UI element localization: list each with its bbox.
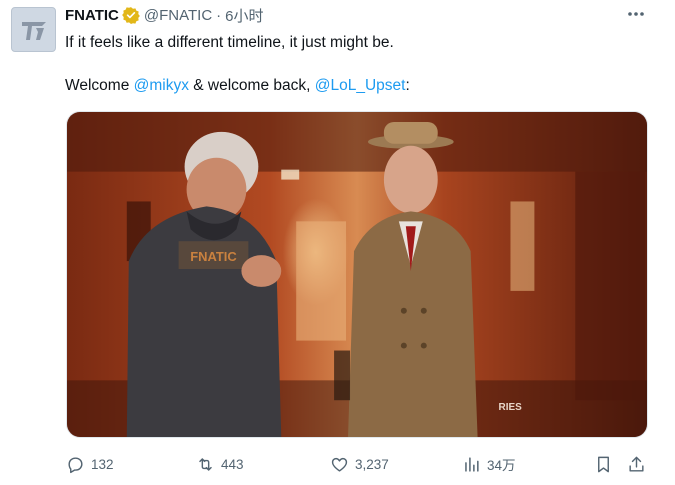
fnatic-logo-icon [21,21,46,40]
like-count: 3,237 [355,456,389,472]
share-icon [629,456,644,472]
action-bar: 132 443 3,237 34万 [0,452,675,476]
more-dots-icon [628,12,644,16]
retweet-count: 443 [221,456,244,472]
share-button[interactable] [627,452,646,476]
verified-badge-icon [122,7,140,24]
text-colon: : [405,77,410,94]
bookmark-icon [598,456,609,472]
bookmark-button[interactable] [594,452,613,476]
views-count: 34万 [487,458,516,473]
hoodie-print: FNATIC [190,249,236,264]
retweet-button[interactable]: 443 [196,452,244,476]
heart-icon [331,457,348,472]
display-name[interactable]: FNATIC [65,7,119,24]
reply-count: 132 [91,456,114,472]
reply-icon [68,456,83,473]
mention-mikyx[interactable]: @mikyx [134,77,189,94]
tweet-text-line-2: Welcome @mikyx & welcome back, @LoL_Upse… [65,76,410,96]
tweet-header: FNATIC @FNATIC · 6小时 [65,5,264,25]
avatar[interactable] [11,7,56,52]
mention-lol-upset[interactable]: @LoL_Upset [315,77,406,94]
tweet[interactable]: FNATIC @FNATIC · 6小时 If it feels like a … [0,0,675,485]
handle[interactable]: @FNATIC [144,7,212,24]
views-button[interactable]: 34万 [462,452,516,476]
views-chart-icon [465,456,479,472]
like-button[interactable]: 3,237 [330,452,389,476]
media-image: FNATIC RIES [67,112,647,437]
tweet-text-line-1: If it feels like a different timeline, i… [65,34,394,51]
background-sign: RIES [499,402,523,413]
reply-button[interactable]: 132 [66,452,114,476]
more-options-button[interactable] [625,6,647,22]
text-welcome: Welcome [65,77,134,94]
text-welcome-back: & welcome back, [188,77,315,94]
separator-dot: · [216,6,222,24]
timestamp[interactable]: 6小时 [225,5,263,26]
retweet-icon [199,457,212,471]
tweet-media[interactable]: FNATIC RIES [66,111,648,438]
